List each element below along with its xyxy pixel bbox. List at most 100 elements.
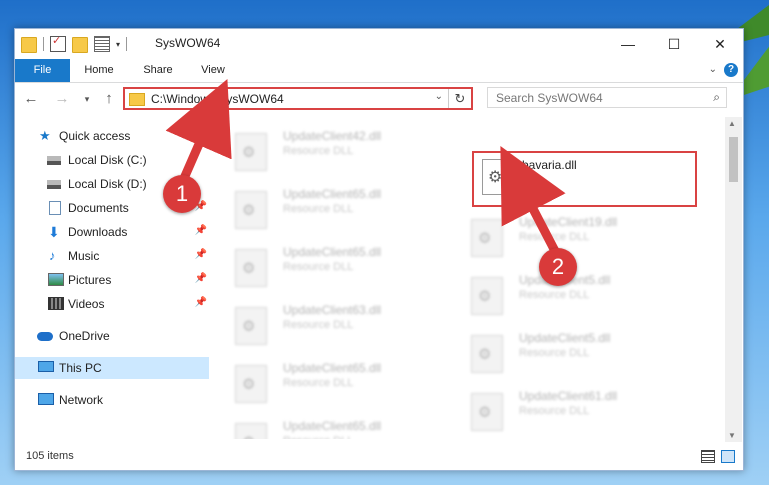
large-icons-view-icon[interactable]: [721, 450, 735, 463]
sidebar-item-videos[interactable]: Videos 📌: [15, 293, 209, 315]
sidebar-item-this-pc[interactable]: This PC: [15, 357, 209, 379]
file-name: UpdateClient65.dll: [283, 361, 382, 375]
list-item[interactable]: UpdateClient5.dll Resource DLL: [447, 327, 667, 375]
quick-access-toolbar: ▾: [21, 34, 128, 53]
file-name: UpdateClient63.dll: [283, 303, 382, 317]
file-type: Resource DLL: [519, 231, 590, 243]
pin-icon[interactable]: 📌: [195, 297, 207, 308]
sidebar-item-label: Local Disk (D:): [68, 177, 147, 191]
ribbon-tabs: File Home Share View ⌄ ?: [15, 59, 743, 83]
list-item[interactable]: UpdateClient61.dll Resource DLL: [447, 385, 667, 433]
file-type: Resource DLL: [283, 377, 354, 389]
scroll-thumb[interactable]: [729, 137, 738, 182]
step-1-badge: 1: [163, 175, 201, 213]
search-input[interactable]: Search SysWOW64 ⌕: [487, 87, 727, 108]
pin-icon[interactable]: 📌: [195, 273, 207, 284]
sidebar-item-label: Music: [68, 249, 100, 263]
sidebar-item-network[interactable]: Network: [15, 389, 209, 411]
dll-file-icon: [471, 393, 503, 431]
tab-home[interactable]: Home: [77, 59, 121, 82]
tab-share[interactable]: Share: [136, 59, 180, 82]
dll-file-icon: [235, 249, 267, 287]
dll-file-icon: [235, 133, 267, 171]
vertical-scrollbar[interactable]: ▲ ▼: [725, 117, 742, 442]
file-name: UpdateClient19.dll: [519, 215, 618, 229]
step-2-badge: 2: [539, 248, 577, 286]
expand-ribbon-chevron-icon[interactable]: ⌄: [709, 64, 717, 75]
disk-icon: [47, 156, 61, 165]
navigation-bar: ← → ▾ ↑ C:\Windows\SysWOW64 ⌄ ↻ Search S…: [15, 83, 743, 116]
close-button[interactable]: ✕: [697, 29, 743, 59]
dll-file-icon: [235, 423, 267, 439]
disk-icon: [47, 180, 61, 189]
address-path[interactable]: C:\Windows\SysWOW64: [151, 92, 284, 106]
address-bar[interactable]: C:\Windows\SysWOW64 ⌄ ↻: [123, 87, 473, 110]
file-explorer-window: ▾ SysWOW64 — ☐ ✕ File Home Share View ⌄ …: [14, 28, 744, 471]
list-item[interactable]: UpdateClient63.dll Resource DLL: [211, 299, 431, 347]
highlighted-file-bavaria[interactable]: bavaria.dll: [472, 151, 697, 207]
folder-icon: [21, 37, 37, 53]
file-name: UpdateClient65.dll: [283, 419, 382, 433]
toolbar-divider: [43, 37, 44, 51]
file-type: Resource DLL: [519, 347, 590, 359]
sidebar-item-onedrive[interactable]: OneDrive: [15, 325, 209, 347]
dll-file-icon: [471, 335, 503, 373]
customize-toolbar-chevron-icon[interactable]: ▾: [116, 40, 120, 49]
help-icon[interactable]: ?: [724, 63, 738, 77]
sidebar-item-label: Network: [59, 393, 104, 407]
up-button[interactable]: ↑: [99, 89, 119, 109]
back-button[interactable]: ←: [21, 89, 41, 109]
onedrive-icon: [37, 332, 53, 341]
file-type: Resource DLL: [519, 405, 590, 417]
list-item[interactable]: UpdateClient65.dll Resource DLL: [211, 183, 431, 231]
list-item[interactable]: UpdateClient65.dll Resource DLL: [211, 357, 431, 405]
item-count: 105 items: [26, 450, 74, 462]
documents-icon: [49, 201, 61, 215]
downloads-icon: ⬇: [48, 224, 60, 240]
file-name: bavaria.dll: [522, 158, 577, 172]
properties-icon[interactable]: [94, 36, 110, 52]
this-pc-icon: [38, 361, 54, 372]
search-icon[interactable]: ⌕: [713, 90, 720, 105]
scroll-down-icon[interactable]: ▼: [728, 431, 736, 440]
sidebar-item-label: Documents: [68, 201, 129, 215]
properties-check-icon[interactable]: [50, 34, 66, 52]
recent-locations-button[interactable]: ▾: [77, 89, 97, 109]
details-view-icon[interactable]: [701, 450, 715, 463]
sidebar-item-downloads[interactable]: ⬇ Downloads 📌: [15, 221, 209, 243]
sidebar-item-pictures[interactable]: Pictures 📌: [15, 269, 209, 291]
tab-view[interactable]: View: [191, 59, 235, 82]
list-item[interactable]: UpdateClient42.dll Resource DLL: [211, 125, 431, 173]
address-dropdown-icon[interactable]: ⌄: [435, 91, 443, 102]
file-type: Resource DLL: [283, 261, 354, 273]
sidebar-item-local-disk-c[interactable]: Local Disk (C:): [15, 149, 209, 171]
pin-icon[interactable]: 📌: [195, 249, 207, 260]
list-item[interactable]: UpdateClient65.dll Resource DLL: [211, 241, 431, 289]
sidebar-item-label: Videos: [68, 297, 105, 311]
scroll-up-icon[interactable]: ▲: [728, 119, 736, 128]
refresh-button[interactable]: ↻: [448, 89, 471, 108]
toolbar-divider: [126, 37, 128, 51]
sidebar-item-music[interactable]: ♪ Music 📌: [15, 245, 209, 267]
dll-file-icon: [235, 365, 267, 403]
folder-icon: [129, 93, 145, 106]
search-placeholder: Search SysWOW64: [496, 91, 603, 105]
dll-file-icon: [235, 307, 267, 345]
window-title: SysWOW64: [155, 36, 221, 50]
tab-file[interactable]: File: [15, 59, 70, 82]
sidebar-item-label: Quick access: [59, 129, 131, 143]
status-bar: 105 items: [15, 444, 743, 468]
sidebar-item-quick-access[interactable]: ★ Quick access: [15, 125, 209, 147]
new-folder-icon[interactable]: [72, 37, 88, 53]
navigation-pane: ★ Quick access Local Disk (C:) Local Dis…: [15, 119, 209, 439]
maximize-button[interactable]: ☐: [651, 29, 697, 59]
minimize-button[interactable]: —: [605, 29, 651, 59]
list-item[interactable]: UpdateClient65.dll Resource DLL: [211, 415, 431, 439]
pictures-icon: [48, 273, 64, 286]
file-type: Resource DLL: [283, 319, 354, 331]
forward-button[interactable]: →: [52, 89, 72, 109]
pin-icon[interactable]: 📌: [195, 225, 207, 236]
file-name: UpdateClient65.dll: [283, 245, 382, 259]
dll-file-icon: [235, 191, 267, 229]
music-icon: ♪: [49, 248, 56, 263]
